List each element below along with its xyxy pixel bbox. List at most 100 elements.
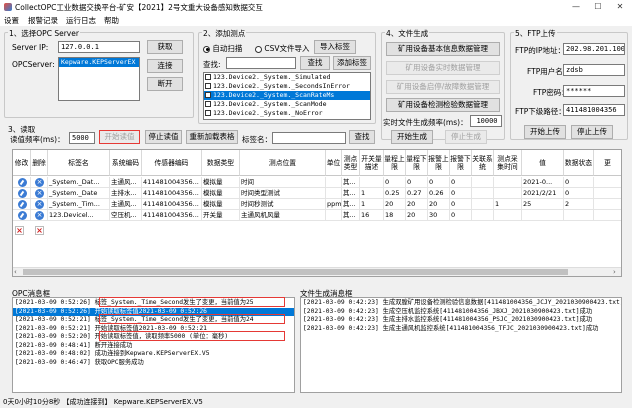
table-cell[interactable] <box>494 210 522 221</box>
table-cell[interactable]: 0 <box>564 177 594 188</box>
table-cell[interactable]: 0 <box>450 199 472 210</box>
add-tag-button[interactable]: 添加标签 <box>333 56 371 70</box>
col-header[interactable]: 更 <box>594 150 621 176</box>
table-cell[interactable] <box>472 177 494 188</box>
opc-server-list[interactable]: Kepware.KEPServerEX <box>58 57 140 101</box>
ftp-dir-input[interactable]: 411481004356 <box>563 104 625 116</box>
read-freq-input[interactable]: 5000 <box>69 132 95 144</box>
table-cell[interactable]: 0 <box>406 177 428 188</box>
table-cell[interactable]: 411481004356... <box>142 210 202 221</box>
col-header[interactable]: 报警下限 <box>450 150 472 176</box>
point-item[interactable]: 123.Device2._System._ScanRateMs <box>204 91 370 100</box>
table-cell[interactable]: 2 <box>564 199 594 210</box>
log-line[interactable]: [2021-03-09 0:46:47] 获取OPC服务成功 <box>13 359 294 368</box>
col-header[interactable]: 标签名 <box>48 150 110 176</box>
col-header[interactable]: 删除 <box>31 150 48 176</box>
table-cell[interactable]: 时间秒测试 <box>240 199 326 210</box>
minimize-button[interactable]: — <box>566 1 586 13</box>
stop-read-button[interactable]: 停止读值 <box>145 130 182 144</box>
log-line[interactable]: [2021-03-09 0:42:23] 生成空压机监控系统[411481004… <box>301 308 621 317</box>
table-cell[interactable]: 其... <box>342 177 360 188</box>
cancel-x-icon[interactable]: × <box>15 226 24 235</box>
table-cell[interactable]: 123.Devicel... <box>48 210 110 221</box>
col-header[interactable]: 报警上限 <box>428 150 450 176</box>
table-cell[interactable]: 0 <box>428 177 450 188</box>
tag-search-input[interactable] <box>272 132 346 144</box>
table-cell[interactable]: 411481004356... <box>142 177 202 188</box>
point-checklist[interactable]: 123.Device2._System._Simulated 123.Devic… <box>203 72 371 120</box>
edit-icon[interactable] <box>17 189 27 198</box>
col-header[interactable]: 量程上限 <box>384 150 406 176</box>
table-cell[interactable]: 411481004356... <box>142 199 202 210</box>
ftp-user-input[interactable]: zdsb <box>563 64 625 76</box>
point-item[interactable]: 123.Device2._System._SecondsInError <box>204 82 370 91</box>
edit-icon[interactable] <box>17 211 27 220</box>
get-server-button[interactable]: 获取 <box>147 40 183 54</box>
menu-alarm-records[interactable]: 报警记录 <box>28 15 58 26</box>
table-cell[interactable]: 20 <box>384 199 406 210</box>
maximize-button[interactable]: ☐ <box>588 1 608 13</box>
log-line[interactable]: [2021-03-09 0:42:23] 生成主通风机监控系统[41148100… <box>301 325 621 334</box>
table-cell[interactable]: 0.25 <box>384 188 406 199</box>
table-cell[interactable]: _System._Date <box>48 188 110 199</box>
table-cell[interactable]: 主通风机风量 <box>240 210 326 221</box>
disconnect-button[interactable]: 断开 <box>147 77 183 91</box>
table-cell[interactable] <box>326 188 342 199</box>
new-row-edit-cell[interactable]: × <box>15 225 24 235</box>
table-cell[interactable]: 其... <box>342 188 360 199</box>
connect-button[interactable]: 连接 <box>147 59 183 73</box>
checkbox-icon[interactable] <box>205 101 211 107</box>
delete-icon[interactable]: × <box>35 178 44 187</box>
table-cell[interactable]: 空压机... <box>110 210 142 221</box>
start-generate-button[interactable]: 开始生成 <box>391 130 433 144</box>
col-header[interactable]: 传感器编码 <box>142 150 202 176</box>
file-period-input[interactable]: 10000 <box>470 115 502 127</box>
inspection-data-button[interactable]: 矿用设备检测检验数据管理 <box>386 98 500 112</box>
table-cell[interactable]: 其... <box>342 199 360 210</box>
checkbox-icon[interactable] <box>205 110 211 116</box>
reload-table-button[interactable]: 重新加载表格 <box>186 130 238 144</box>
table-cell[interactable] <box>594 210 621 221</box>
table-cell[interactable]: 模拟量 <box>202 177 240 188</box>
table-cell[interactable] <box>472 188 494 199</box>
table-cell[interactable] <box>564 210 594 221</box>
col-header[interactable]: 测点采集时间 <box>494 150 522 176</box>
point-search-input[interactable] <box>226 57 296 69</box>
table-cell[interactable]: 主通风... <box>110 177 142 188</box>
table-cell[interactable]: _System._Tim... <box>48 199 110 210</box>
table-cell[interactable]: 20 <box>406 199 428 210</box>
log-line[interactable]: [2021-03-09 0:48:41] 断开连接成功 <box>13 342 294 351</box>
menu-run-log[interactable]: 运行日志 <box>66 15 96 26</box>
start-stop-fault-data-button[interactable]: 矿用设备启停/故障数据管理 <box>386 80 500 94</box>
stop-upload-button[interactable]: 停止上传 <box>571 125 613 139</box>
start-read-button[interactable]: 开始读值 <box>99 130 140 144</box>
table-cell[interactable]: 0.27 <box>406 188 428 199</box>
checkbox-icon[interactable] <box>205 92 211 98</box>
checkbox-icon[interactable] <box>205 83 211 89</box>
table-cell[interactable]: 20 <box>428 199 450 210</box>
table-cell[interactable]: 20 <box>406 210 428 221</box>
col-header[interactable]: 数据类型 <box>202 150 240 176</box>
menu-settings[interactable]: 设置 <box>4 15 19 26</box>
col-header[interactable]: 值 <box>522 150 564 176</box>
table-cell[interactable] <box>494 177 522 188</box>
new-row-delete-cell[interactable]: × <box>35 225 44 235</box>
table-cell[interactable]: 0 <box>384 177 406 188</box>
basic-info-data-button[interactable]: 矿用设备基本信息数据管理 <box>386 42 500 56</box>
table-cell[interactable]: 0 <box>564 188 594 199</box>
table-cell[interactable]: 模拟量 <box>202 199 240 210</box>
table-cell[interactable]: 主排水... <box>110 188 142 199</box>
delete-icon[interactable]: × <box>35 189 44 198</box>
log-line[interactable]: [2021-03-09 0:42:23] 生成双膛矿用设备检测检验信息数据[41… <box>301 299 621 308</box>
table-cell[interactable] <box>522 210 564 221</box>
col-header[interactable]: 测点位置 <box>240 150 326 176</box>
col-header[interactable]: 系统编码 <box>110 150 142 176</box>
col-header[interactable]: 数据状态 <box>564 150 594 176</box>
col-header[interactable]: 量程下限 <box>406 150 428 176</box>
table-cell[interactable]: 开关量 <box>202 210 240 221</box>
table-cell[interactable]: 30 <box>428 210 450 221</box>
table-cell[interactable]: 0 <box>450 188 472 199</box>
edit-cell[interactable] <box>13 177 31 188</box>
table-cell[interactable]: 16 <box>360 210 384 221</box>
auto-scan-radio[interactable]: 自动扫描 <box>203 43 242 54</box>
